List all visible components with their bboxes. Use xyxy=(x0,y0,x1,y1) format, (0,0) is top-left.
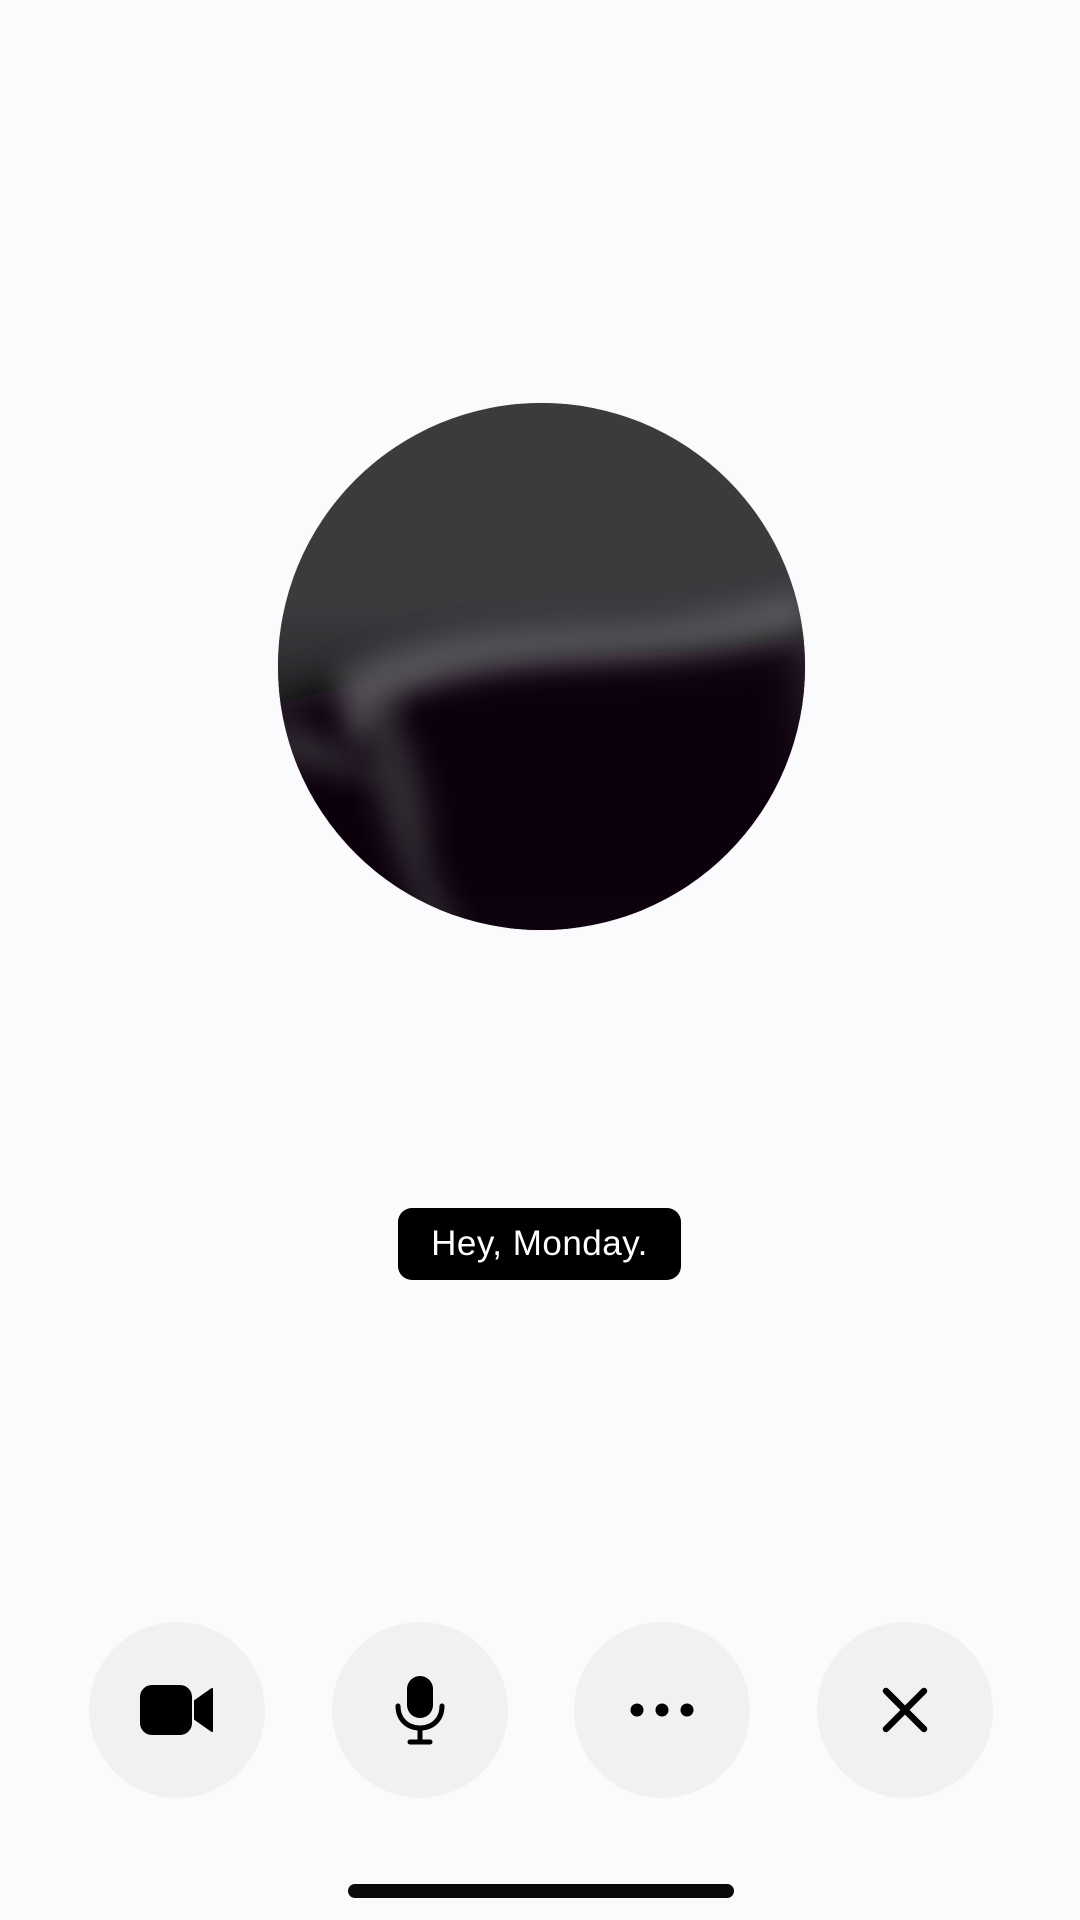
call-controls xyxy=(0,1622,1080,1798)
more-button[interactable] xyxy=(574,1622,750,1798)
microphone-button[interactable] xyxy=(332,1622,508,1798)
ellipsis-icon xyxy=(630,1703,694,1717)
voice-orb xyxy=(278,403,805,930)
transcript-caption: Hey, Monday. xyxy=(398,1208,681,1280)
voice-orb-graphic xyxy=(278,403,805,930)
home-indicator[interactable] xyxy=(348,1884,734,1898)
video-camera-icon xyxy=(140,1685,213,1735)
close-icon xyxy=(882,1687,928,1733)
microphone-icon xyxy=(395,1676,445,1745)
close-button[interactable] xyxy=(817,1622,993,1798)
camera-button[interactable] xyxy=(89,1622,265,1798)
